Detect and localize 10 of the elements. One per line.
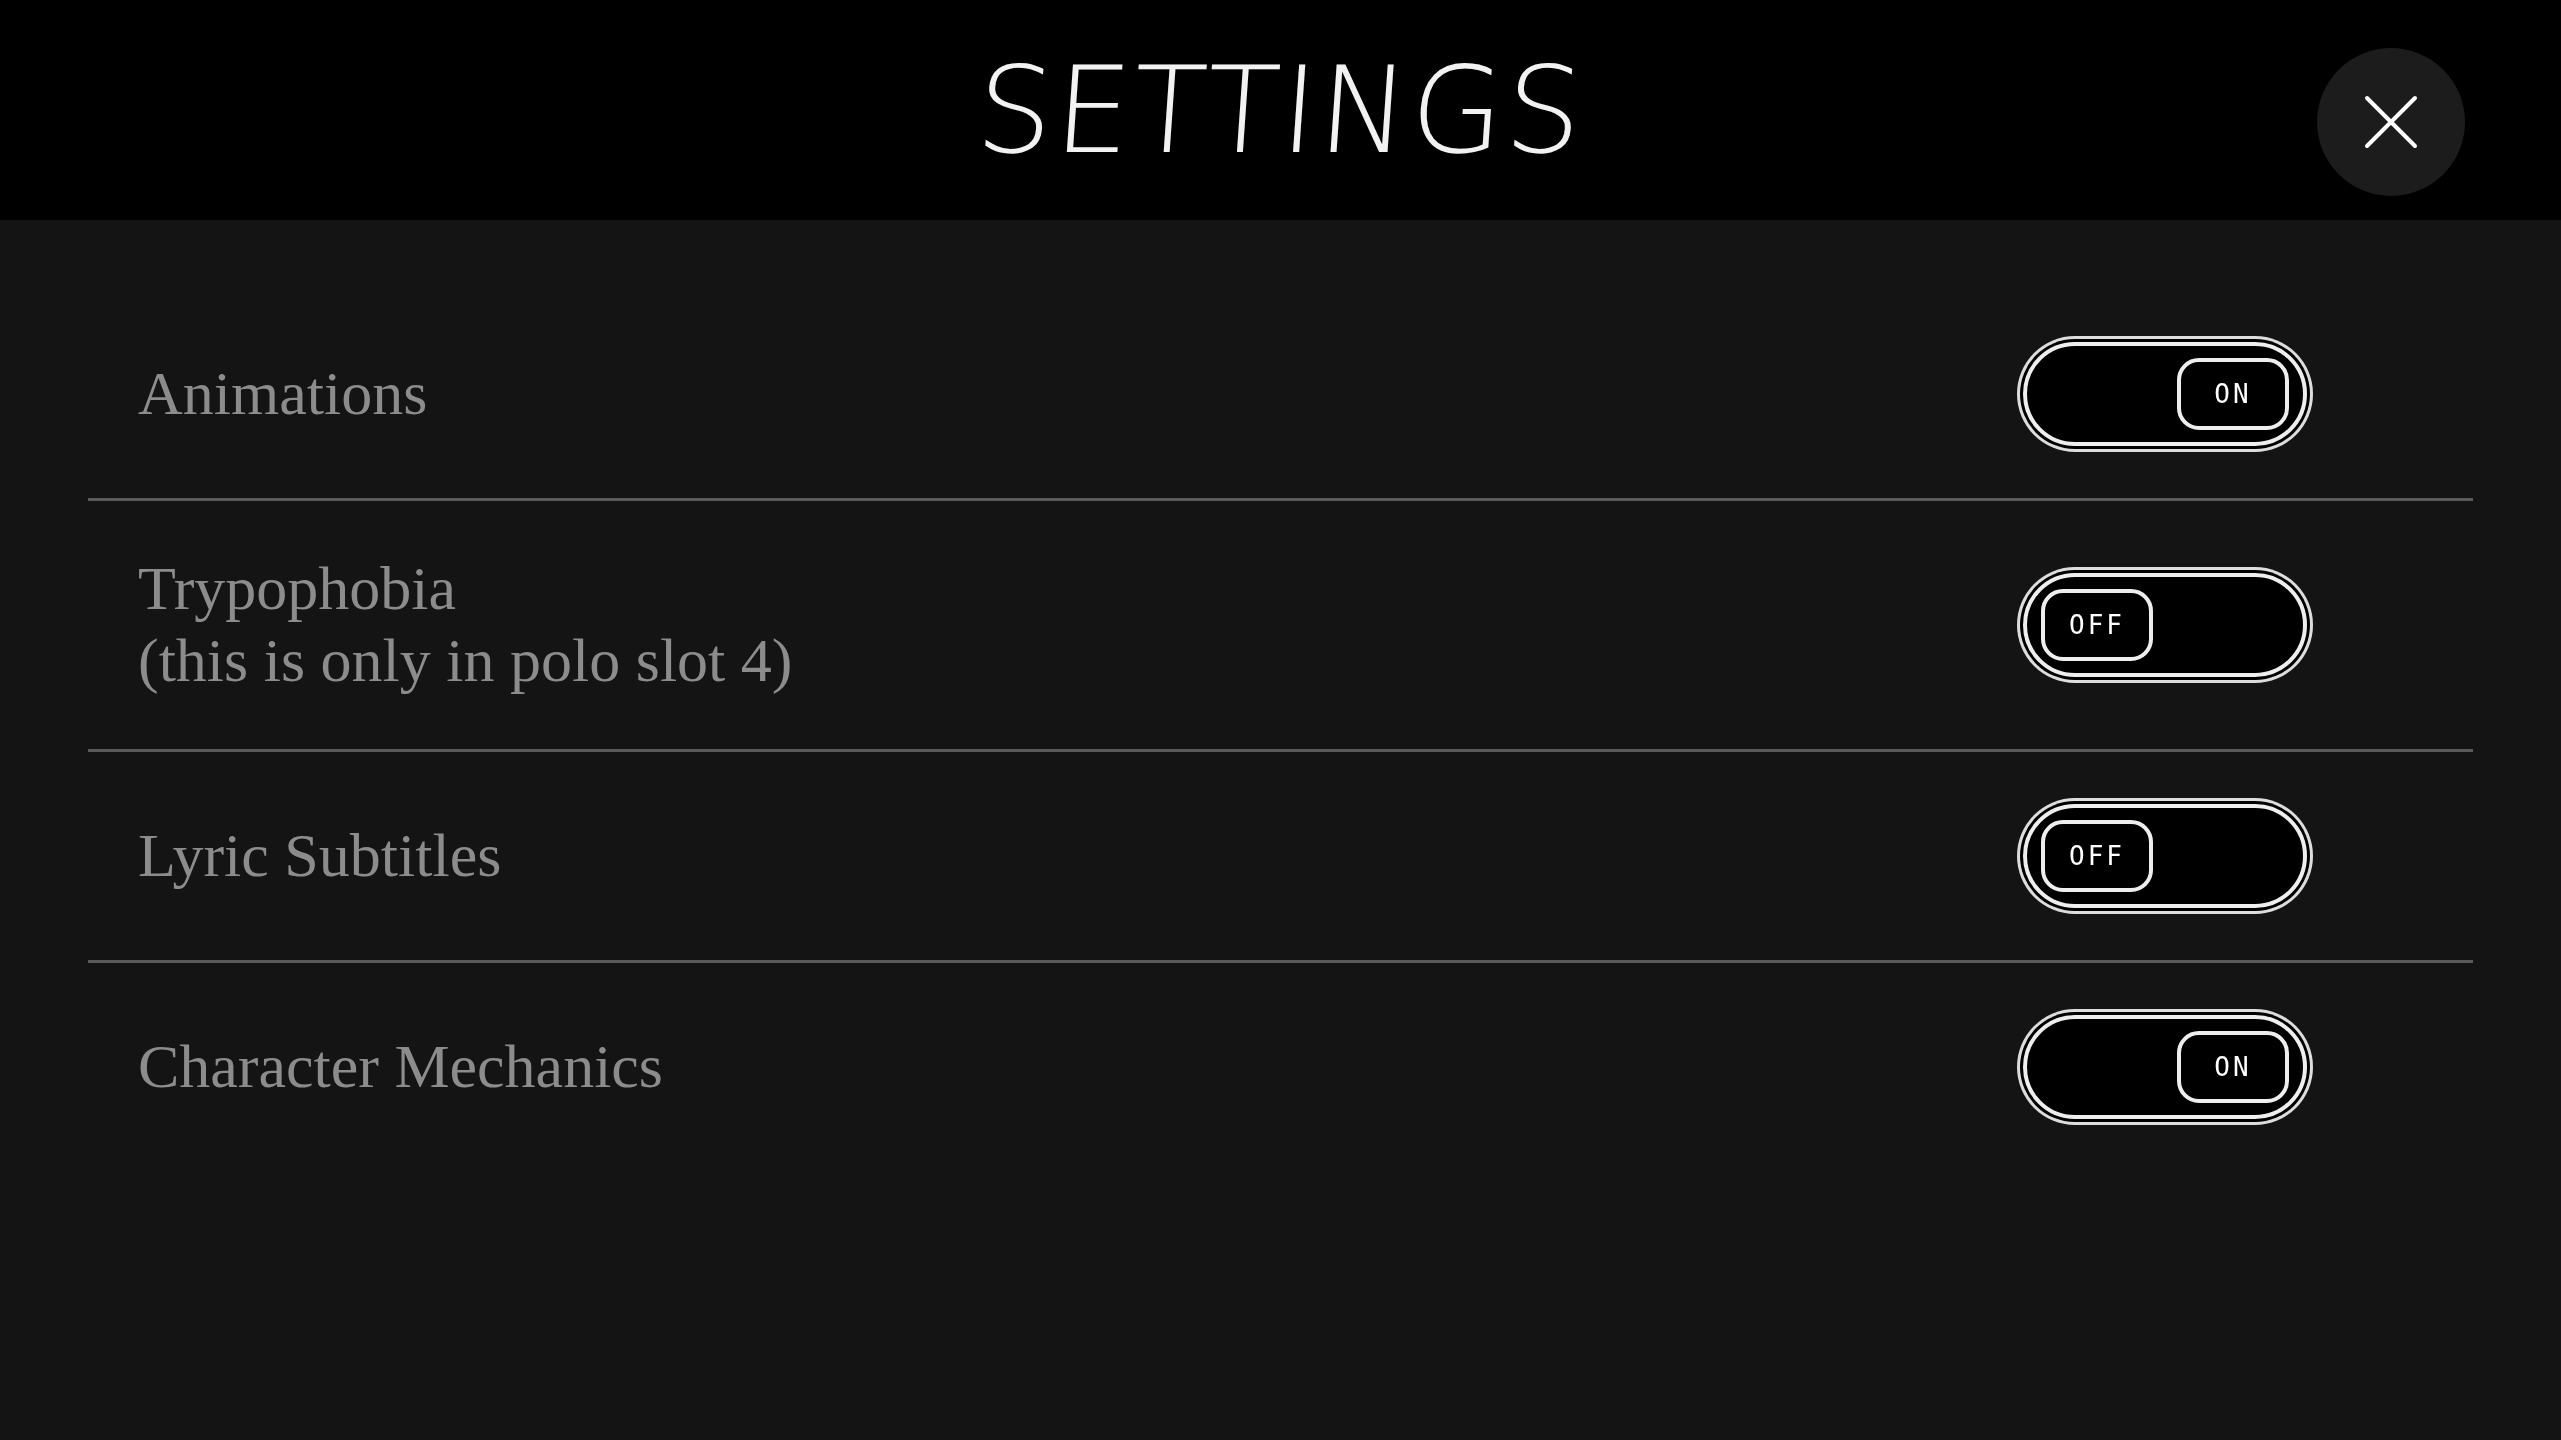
close-icon [2363,94,2419,150]
setting-label: Lyric Subtitles [138,819,502,891]
setting-label: Trypophobia (this is only in polo slot 4) [138,553,793,696]
toggle-knob: OFF [2041,819,2153,892]
setting-label: Animations [138,358,428,430]
settings-title: SETTINGS [972,40,1589,180]
setting-label: Character Mechanics [138,1030,663,1102]
toggle-knob: ON [2177,358,2289,430]
toggle-knob: OFF [2041,588,2153,661]
toggle-knob: ON [2177,1030,2289,1103]
